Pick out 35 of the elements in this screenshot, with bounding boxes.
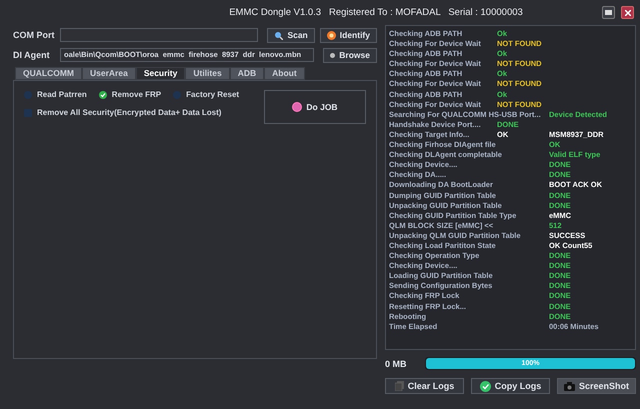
clear-logs-button[interactable]: Clear Logs	[385, 378, 464, 394]
magnifier-icon	[274, 30, 284, 40]
scan-button[interactable]: Scan	[267, 28, 315, 42]
tab[interactable]: QUALCOMM	[15, 67, 82, 80]
field-label: COM Port	[13, 30, 55, 40]
tab[interactable]: Security	[136, 67, 186, 80]
document-icon	[394, 381, 404, 391]
checkbox[interactable]	[24, 108, 32, 116]
browse-button[interactable]: Browse	[323, 48, 377, 62]
copy-logs-button[interactable]: Copy Logs	[471, 378, 550, 394]
radio-button[interactable]	[173, 90, 182, 98]
window-title: EMMC Dongle V1.0.3 Registered To : MOFADAL Serial : 10000003	[228, 7, 524, 18]
field-label: DI Agent	[13, 50, 51, 60]
com-port-field[interactable]	[60, 28, 258, 42]
dot-icon	[330, 52, 336, 58]
minimize-button[interactable]	[602, 6, 615, 19]
dot-icon	[292, 102, 302, 112]
option-label: Remove All Security(Encrypted Data+ Data Lost)	[37, 108, 222, 117]
tab[interactable]: About	[264, 67, 305, 80]
do-job-button[interactable]: Do JOB	[264, 90, 366, 124]
option-label: Factory Reset	[186, 90, 240, 99]
radio-button[interactable]	[24, 90, 32, 98]
tab[interactable]: ADB	[230, 67, 264, 80]
screenshot-button[interactable]: ScreenShot	[557, 378, 636, 394]
minimize-icon	[605, 10, 612, 15]
camera-icon	[564, 382, 575, 390]
size-label: 0 MB	[385, 358, 408, 368]
option-label: Remove FRP	[112, 90, 162, 99]
close-button[interactable]	[621, 6, 634, 19]
option-label: Read Patrren	[37, 90, 87, 99]
check-circle-icon	[480, 380, 491, 392]
tab[interactable]: UserArea	[82, 67, 136, 80]
close-icon	[624, 10, 630, 16]
identify-button[interactable]: Identify	[320, 28, 377, 42]
tab[interactable]: Utilites	[185, 67, 230, 80]
